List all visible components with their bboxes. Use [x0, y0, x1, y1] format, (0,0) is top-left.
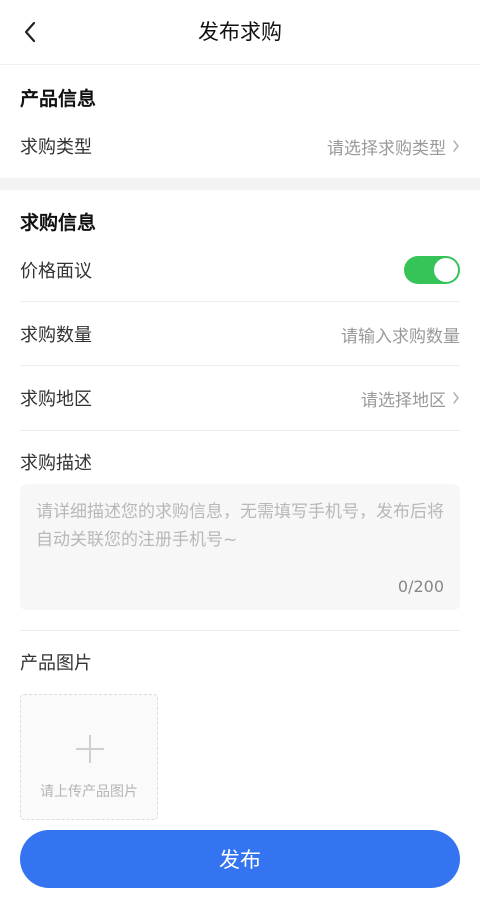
price-negotiable-row: 价格面议	[20, 238, 460, 302]
purchase-type-row[interactable]: 求购类型 请选择求购类型	[20, 114, 460, 178]
purchase-type-label: 求购类型	[20, 137, 92, 158]
toggle-knob	[434, 258, 458, 282]
images-label: 产品图片	[20, 653, 92, 674]
character-counter: 0/200	[397, 577, 444, 596]
chevron-right-icon	[452, 391, 460, 405]
quantity-input[interactable]: 请输入求购数量	[341, 322, 460, 347]
purchase-type-select[interactable]: 请选择求购类型	[327, 134, 460, 159]
page-title: 发布求购	[198, 20, 282, 44]
description-label: 求购描述	[20, 453, 92, 474]
description-textarea[interactable]: 请详细描述您的求购信息，无需填写手机号，发布后将自动关联您的注册手机号~ 0/2…	[20, 484, 460, 610]
purchase-type-value: 请选择求购类型	[327, 138, 446, 159]
region-value: 请选择地区	[361, 390, 446, 411]
images-row: 产品图片	[20, 630, 460, 694]
price-negotiable-label: 价格面议	[20, 261, 92, 282]
chevron-right-icon	[452, 139, 460, 153]
publish-button[interactable]: 发布	[20, 830, 460, 888]
upload-label: 请上传产品图片	[40, 784, 138, 800]
description-placeholder: 请详细描述您的求购信息，无需填写手机号，发布后将自动关联您的注册手机号~	[36, 502, 444, 550]
quantity-row: 求购数量 请输入求购数量	[20, 302, 460, 366]
section-separator	[0, 178, 480, 190]
price-negotiable-toggle[interactable]	[404, 256, 460, 284]
region-select[interactable]: 请选择地区	[361, 386, 460, 411]
plus-icon	[76, 735, 104, 763]
section-title-product-info: 产品信息	[20, 88, 97, 110]
quantity-label: 求购数量	[20, 325, 92, 346]
header-bar: 发布求购	[0, 0, 480, 65]
image-upload-button[interactable]: 请上传产品图片	[20, 694, 158, 820]
region-row[interactable]: 求购地区 请选择地区	[20, 366, 460, 430]
section-title-purchase-info: 求购信息	[20, 212, 97, 234]
region-label: 求购地区	[20, 389, 92, 410]
publish-purchase-page: 发布求购 产品信息 求购类型 请选择求购类型 求购信息 价格面议 求购数量 请输…	[0, 0, 480, 917]
